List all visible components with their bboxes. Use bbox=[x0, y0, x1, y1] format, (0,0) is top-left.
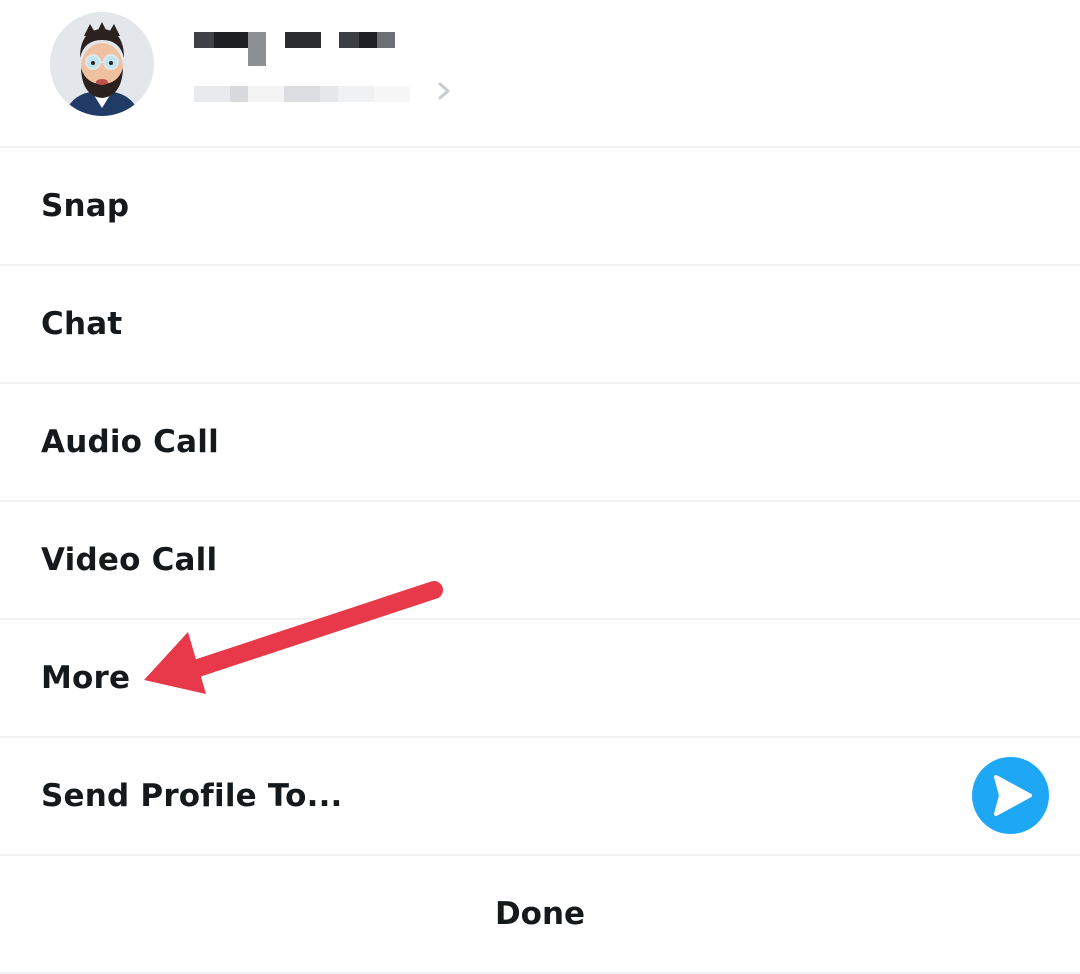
menu-item-video-call[interactable]: Video Call bbox=[0, 502, 1080, 620]
menu-item-audio-call[interactable]: Audio Call bbox=[0, 384, 1080, 502]
done-button[interactable]: Done bbox=[0, 856, 1080, 974]
menu-item-label: Audio Call bbox=[41, 424, 219, 460]
chevron-right-icon[interactable] bbox=[434, 80, 456, 102]
menu-item-more[interactable]: More bbox=[0, 620, 1080, 738]
done-label: Done bbox=[494, 896, 586, 932]
menu-item-send-profile[interactable]: Send Profile To... bbox=[0, 738, 1080, 856]
menu-item-chat[interactable]: Chat bbox=[0, 266, 1080, 384]
bitmoji-avatar-icon bbox=[50, 12, 154, 116]
menu-item-label: More bbox=[41, 660, 131, 696]
profile-header[interactable] bbox=[0, 0, 1080, 148]
send-arrow-icon[interactable] bbox=[972, 757, 1049, 834]
avatar[interactable] bbox=[50, 12, 154, 116]
action-sheet: Snap Chat Audio Call Video Call More Sen… bbox=[0, 0, 1080, 974]
menu-item-snap[interactable]: Snap bbox=[0, 148, 1080, 266]
menu-item-label: Chat bbox=[41, 306, 123, 342]
menu-item-label: Snap bbox=[41, 188, 130, 224]
menu-item-label: Video Call bbox=[41, 542, 218, 578]
menu-item-label: Send Profile To... bbox=[41, 778, 343, 814]
